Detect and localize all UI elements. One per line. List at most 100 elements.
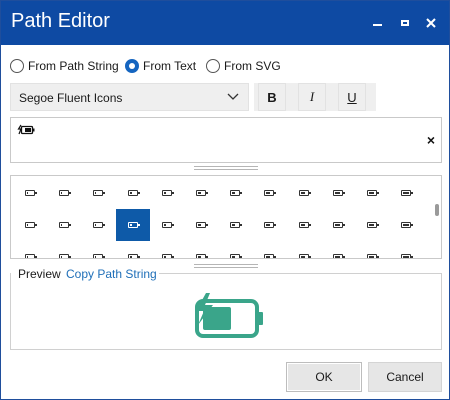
glyph-cell-battery-charging-5[interactable] <box>184 209 218 241</box>
battery-charging-3-icon <box>127 222 140 228</box>
preview-label: Preview <box>18 267 64 281</box>
battery-0-icon <box>25 190 37 196</box>
battery-level-fill <box>266 224 271 226</box>
glyph-cell-battery-charging-11[interactable] <box>389 209 423 241</box>
battery-level-fill <box>300 192 305 194</box>
glyph-cell-battery-0[interactable] <box>13 177 47 209</box>
glyph-cell-battery-saver-5[interactable] <box>184 241 218 258</box>
battery-11-icon <box>401 190 414 196</box>
glyph-cell-battery-charging-0[interactable] <box>13 209 47 241</box>
glyph-cell-battery-5[interactable] <box>184 177 218 209</box>
radio-from-svg[interactable]: From SVG <box>206 57 281 75</box>
glyph-cell-battery-3[interactable] <box>116 177 150 209</box>
glyph-cell-battery-8[interactable] <box>287 177 321 209</box>
radio-button[interactable] <box>206 59 220 73</box>
glyph-cell-battery-10[interactable] <box>355 177 389 209</box>
glyph-cell-battery-charging-2[interactable] <box>81 209 115 241</box>
glyph-cell-battery-saver-1[interactable] <box>47 241 81 258</box>
preview-divider <box>159 273 442 274</box>
battery-saver-1-icon <box>59 254 72 258</box>
maximize-button[interactable] <box>393 11 417 35</box>
battery-level-fill <box>163 192 166 194</box>
glyph-cell-battery-charging-6[interactable] <box>218 209 252 241</box>
glyph-cell-battery-saver-11[interactable] <box>389 241 423 258</box>
battery-charging-glyph-icon <box>17 124 35 135</box>
glyph-cell-battery-charging-3[interactable] <box>115 209 150 241</box>
splitter-handle[interactable] <box>194 263 258 269</box>
battery-level-fill <box>300 256 305 258</box>
glyph-cell-battery-saver-2[interactable] <box>81 241 115 258</box>
battery-charging-0-icon <box>25 222 37 228</box>
glyph-cell-battery-charging-8[interactable] <box>287 209 321 241</box>
cancel-button[interactable]: Cancel <box>368 362 442 392</box>
glyph-cell-battery-2[interactable] <box>81 177 115 209</box>
glyph-cell-battery-11[interactable] <box>389 177 423 209</box>
battery-level-fill <box>95 224 97 226</box>
battery-level-fill <box>129 224 132 226</box>
battery-saver-10-icon <box>367 254 379 258</box>
glyph-cell-battery-saver-3[interactable] <box>116 241 150 258</box>
copy-path-string-link[interactable]: Copy Path String <box>66 267 157 281</box>
minimize-button[interactable] <box>365 11 389 35</box>
close-icon <box>426 18 436 28</box>
battery-level-fill <box>61 256 63 258</box>
battery-charging-7-icon <box>264 222 277 228</box>
glyph-cell-battery-6[interactable] <box>218 177 252 209</box>
battery-saver-11-icon <box>401 254 414 258</box>
radio-from-text[interactable]: From Text <box>125 57 196 75</box>
battery-level-fill <box>61 192 63 194</box>
glyph-cell-battery-saver-10[interactable] <box>355 241 389 258</box>
battery-saver-5-icon <box>196 254 208 258</box>
italic-button[interactable]: I <box>298 83 326 111</box>
battery-level-fill <box>403 192 410 194</box>
glyph-cell-battery-saver-4[interactable] <box>150 241 184 258</box>
battery-level-fill <box>61 224 63 226</box>
battery-5-icon <box>196 190 208 196</box>
battery-level-fill <box>129 192 132 194</box>
radio-button[interactable] <box>10 59 24 73</box>
glyph-cell-battery-saver-0[interactable] <box>13 241 47 258</box>
glyph-text-input[interactable]: × <box>10 117 442 163</box>
glyph-cell-battery-charging-7[interactable] <box>252 209 286 241</box>
glyph-cell-battery-7[interactable] <box>252 177 286 209</box>
battery-7-icon <box>264 190 277 196</box>
battery-8-icon <box>298 190 311 196</box>
glyph-cell-battery-9[interactable] <box>321 177 355 209</box>
glyph-cell-battery-1[interactable] <box>47 177 81 209</box>
battery-charging-icon <box>195 293 263 338</box>
glyph-grid-scrollbar[interactable] <box>434 178 440 256</box>
maximize-icon <box>401 20 409 26</box>
radio-label: From Path String <box>28 59 119 73</box>
scrollbar-thumb[interactable] <box>435 204 439 216</box>
font-family-dropdown[interactable]: Segoe Fluent Icons <box>10 83 249 111</box>
close-button[interactable] <box>419 11 443 35</box>
battery-saver-0-icon <box>25 254 37 258</box>
glyph-cell-battery-saver-8[interactable] <box>287 241 321 258</box>
battery-level-fill <box>95 192 97 194</box>
battery-2-icon <box>93 190 106 196</box>
glyph-cell-battery-charging-1[interactable] <box>47 209 81 241</box>
battery-level-fill <box>334 224 340 226</box>
glyph-cell-battery-charging-4[interactable] <box>150 209 184 241</box>
battery-saver-6-icon <box>230 254 243 258</box>
glyph-cell-battery-charging-9[interactable] <box>321 209 355 241</box>
bold-button[interactable]: B <box>258 83 286 111</box>
battery-level-fill <box>232 224 236 226</box>
glyph-cell-battery-saver-6[interactable] <box>218 241 252 258</box>
title-bar: Path Editor <box>1 1 449 45</box>
clear-text-button[interactable]: × <box>427 132 435 148</box>
splitter-handle[interactable] <box>194 165 258 171</box>
radio-button-checked[interactable] <box>125 59 139 73</box>
underline-button[interactable]: U <box>338 83 366 111</box>
glyph-cell-battery-charging-10[interactable] <box>355 209 389 241</box>
font-family-value: Segoe Fluent Icons <box>19 91 123 105</box>
battery-charging-11-icon <box>401 222 414 228</box>
ok-button[interactable]: OK <box>286 362 362 392</box>
radio-from-path-string[interactable]: From Path String <box>10 57 119 75</box>
radio-label: From Text <box>143 59 197 73</box>
battery-level-fill <box>27 192 28 194</box>
glyph-cell-battery-4[interactable] <box>150 177 184 209</box>
battery-charging-1-icon <box>59 222 72 228</box>
glyph-cell-battery-saver-9[interactable] <box>321 241 355 258</box>
glyph-cell-battery-saver-7[interactable] <box>252 241 286 258</box>
